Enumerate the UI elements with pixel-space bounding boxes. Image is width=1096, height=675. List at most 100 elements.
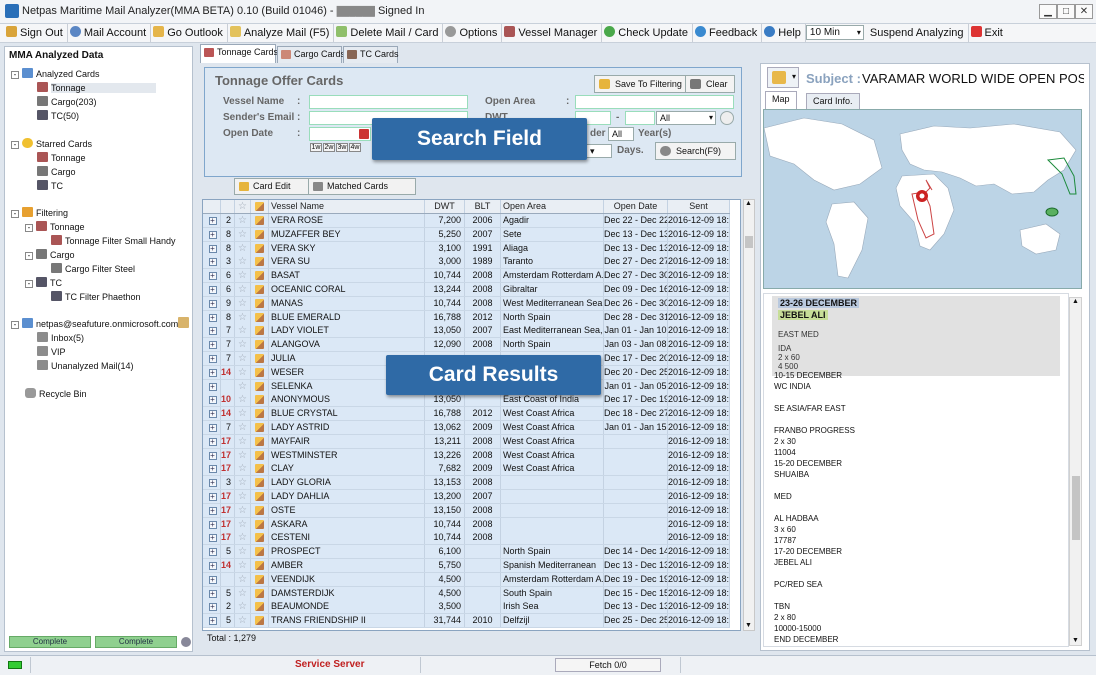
- row-star-cell[interactable]: ☆: [235, 462, 251, 476]
- row-star-cell[interactable]: ☆: [235, 614, 251, 628]
- row-expand-cell[interactable]: +: [203, 614, 221, 628]
- row-edit-cell[interactable]: [251, 241, 269, 255]
- scroll-thumb[interactable]: [745, 236, 753, 248]
- expand-icon[interactable]: +: [208, 506, 217, 515]
- row-expand-cell[interactable]: +: [203, 476, 221, 490]
- tree-filter-tc[interactable]: - TC: [25, 277, 62, 290]
- mail-account-button[interactable]: Mail Account: [68, 24, 152, 42]
- pencil-icon[interactable]: [255, 602, 264, 612]
- pencil-icon[interactable]: [255, 616, 264, 626]
- row-star-cell[interactable]: ☆: [235, 545, 251, 559]
- star-icon[interactable]: ☆: [238, 325, 247, 336]
- tab-cargo-cards[interactable]: Cargo Cards: [277, 46, 345, 63]
- header-open-area[interactable]: Open Area: [501, 200, 604, 213]
- close-button[interactable]: ✕: [1075, 4, 1093, 19]
- table-row[interactable]: +3 ☆ VERA SU 3,000 1989 Taranto Dec 27 - Dec 2…: [203, 255, 730, 270]
- row-star-cell[interactable]: ☆: [235, 421, 251, 434]
- collapse-icon[interactable]: -: [11, 141, 19, 149]
- row-expand-cell[interactable]: +: [203, 352, 221, 365]
- edit-account-icon[interactable]: [178, 317, 189, 328]
- row-star-cell[interactable]: ☆: [235, 269, 251, 283]
- expand-icon[interactable]: +: [208, 465, 217, 474]
- row-star-cell[interactable]: ☆: [235, 448, 251, 462]
- row-expand-cell[interactable]: +: [203, 379, 221, 393]
- scroll-thumb[interactable]: [1072, 476, 1080, 540]
- header-edit-col[interactable]: [251, 200, 269, 213]
- table-row[interactable]: +14 ☆ AMBER 5,750 Spanish Mediterranean Dec 1…: [203, 559, 730, 573]
- table-row[interactable]: +9 ☆ MANAS 10,744 2008 West Mediterranean Sea…: [203, 296, 730, 311]
- row-edit-cell[interactable]: [251, 448, 269, 462]
- pencil-icon[interactable]: [255, 492, 264, 501]
- save-to-filtering-button[interactable]: Save To Filtering: [594, 75, 689, 93]
- tab-tonnage-cards[interactable]: Tonnage Cards: [200, 44, 278, 63]
- go-outlook-button[interactable]: Go Outlook: [151, 24, 228, 42]
- table-row[interactable]: +7 ☆ LADY VIOLET 13,050 2007 East Mediterrane…: [203, 324, 730, 339]
- expand-icon[interactable]: +: [208, 493, 217, 501]
- star-icon[interactable]: ☆: [238, 394, 247, 405]
- expand-icon[interactable]: +: [208, 217, 217, 225]
- table-row[interactable]: +17☆ OSTE13,1502008 2016-12-09 18:33: [203, 503, 730, 518]
- scroll-up-icon[interactable]: ▲: [745, 200, 752, 207]
- pencil-icon[interactable]: [255, 285, 264, 294]
- expand-icon[interactable]: +: [208, 244, 217, 253]
- expand-icon[interactable]: +: [208, 437, 217, 446]
- pencil-icon[interactable]: [255, 298, 264, 308]
- row-edit-cell[interactable]: [251, 310, 269, 324]
- table-row[interactable]: +14 ☆ BLUE CRYSTAL 16,788 2012 West Coast Afr…: [203, 407, 730, 422]
- help-button[interactable]: Help: [762, 24, 806, 42]
- table-row[interactable]: +17☆ CESTENI10,7442008 2016-12-09 18:33: [203, 531, 730, 546]
- pencil-icon[interactable]: [255, 216, 264, 225]
- row-star-cell[interactable]: ☆: [235, 517, 251, 531]
- vessel-name-input[interactable]: [309, 95, 468, 109]
- row-edit-cell[interactable]: [251, 490, 269, 503]
- row-star-cell[interactable]: ☆: [235, 379, 251, 393]
- pencil-icon[interactable]: [255, 561, 264, 570]
- row-star-cell[interactable]: ☆: [235, 393, 251, 407]
- suspend-button[interactable]: Suspend Analyzing: [868, 24, 969, 42]
- header-sent[interactable]: Sent: [668, 200, 730, 213]
- row-edit-cell[interactable]: [251, 296, 269, 310]
- table-row[interactable]: +5 ☆ DAMSTERDIJK 4,500 South Spain Dec 15 - D…: [203, 586, 730, 601]
- row-star-cell[interactable]: ☆: [235, 324, 251, 338]
- expand-icon[interactable]: +: [208, 230, 217, 239]
- star-icon[interactable]: ☆: [238, 339, 247, 350]
- row-expand-cell[interactable]: +: [203, 407, 221, 421]
- row-edit-cell[interactable]: [251, 434, 269, 448]
- pencil-icon[interactable]: [255, 326, 264, 336]
- clear-button[interactable]: Clear: [685, 75, 735, 93]
- header-open-date[interactable]: Open Date: [604, 200, 668, 213]
- star-icon[interactable]: ☆: [238, 574, 247, 585]
- row-edit-cell[interactable]: [251, 283, 269, 296]
- row-star-cell[interactable]: ☆: [235, 503, 251, 517]
- row-star-cell[interactable]: ☆: [235, 338, 251, 352]
- header-blt[interactable]: BLT: [465, 200, 501, 213]
- row-star-cell[interactable]: ☆: [235, 407, 251, 421]
- star-icon[interactable]: ☆: [238, 491, 247, 502]
- expand-icon[interactable]: +: [208, 534, 217, 543]
- star-icon[interactable]: ☆: [238, 284, 247, 295]
- row-edit-cell[interactable]: [251, 545, 269, 559]
- tree-starred-tonnage[interactable]: Tonnage: [37, 152, 86, 165]
- row-expand-cell[interactable]: +: [203, 421, 221, 434]
- collapse-icon[interactable]: -: [11, 321, 19, 329]
- pencil-icon[interactable]: [255, 574, 264, 584]
- expand-icon[interactable]: +: [208, 410, 217, 419]
- row-expand-cell[interactable]: +: [203, 283, 221, 296]
- grid-scrollbar[interactable]: ▲ ▼: [743, 199, 755, 631]
- row-edit-cell[interactable]: [251, 227, 269, 241]
- row-star-cell[interactable]: ☆: [235, 490, 251, 503]
- row-edit-cell[interactable]: [251, 365, 269, 379]
- row-expand-cell[interactable]: +: [203, 365, 221, 379]
- row-expand-cell[interactable]: +: [203, 531, 221, 545]
- row-edit-cell[interactable]: [251, 600, 269, 614]
- table-row[interactable]: +8 ☆ VERA SKY 3,100 1991 Aliaga Dec 13 - Dec 1…: [203, 241, 730, 256]
- date-4w-button[interactable]: 4w: [349, 143, 361, 152]
- star-icon[interactable]: ☆: [238, 215, 247, 226]
- tab-map[interactable]: Map: [765, 91, 797, 109]
- star-icon[interactable]: ☆: [238, 588, 247, 599]
- pencil-icon[interactable]: [255, 395, 264, 405]
- pencil-icon[interactable]: [255, 229, 264, 239]
- pencil-icon[interactable]: [255, 409, 264, 419]
- table-row[interactable]: +17☆ ASKARA10,7442008 2016-12-09 18:33: [203, 517, 730, 532]
- gear-icon[interactable]: [720, 111, 734, 125]
